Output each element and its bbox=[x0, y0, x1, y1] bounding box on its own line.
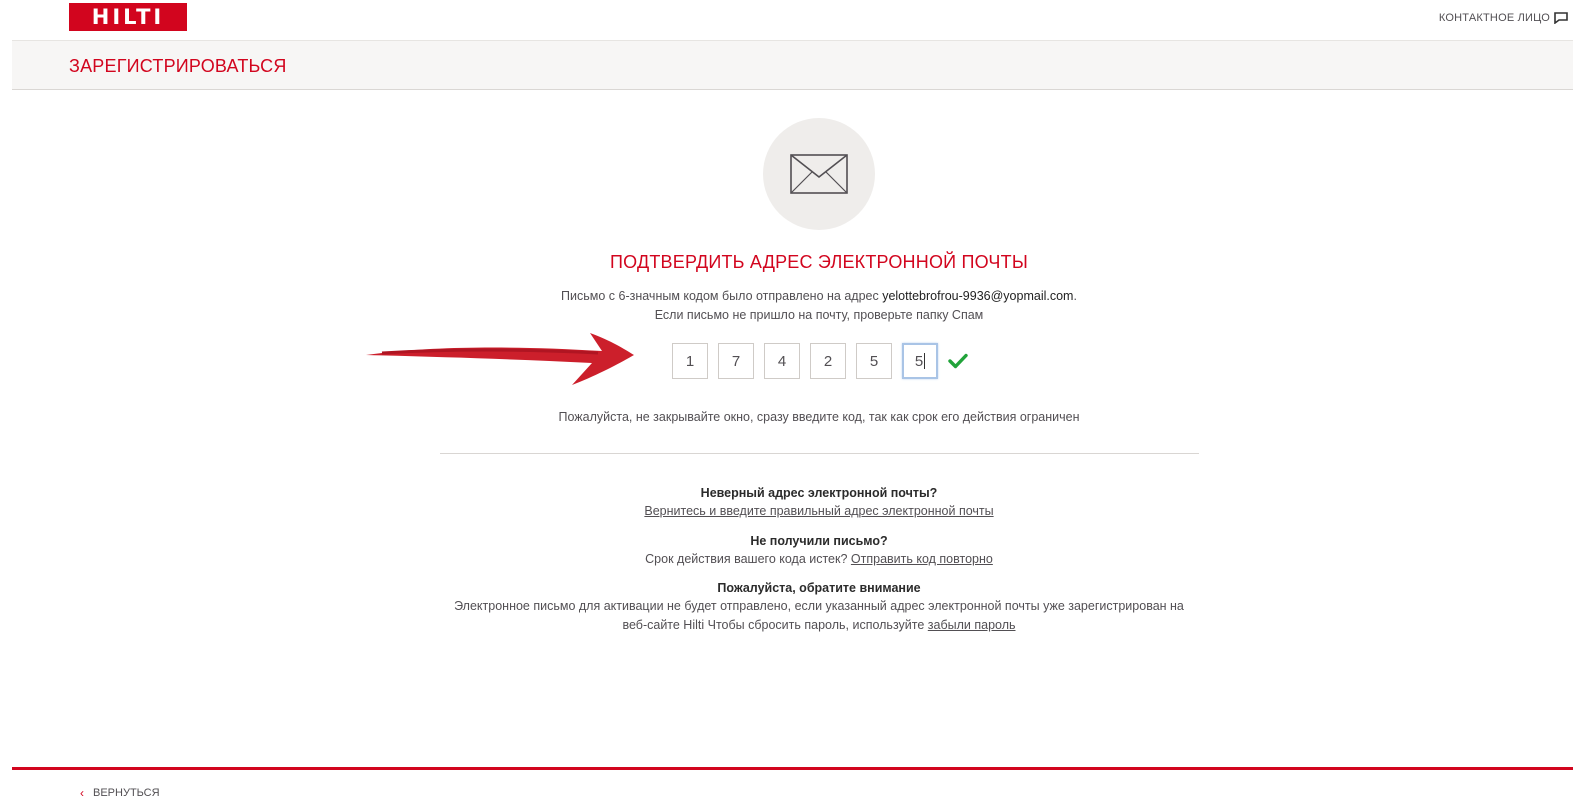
code-digit-4[interactable]: 2 bbox=[810, 343, 846, 379]
back-label: ВЕРНУТЬСЯ bbox=[93, 787, 160, 799]
contact-label: КОНТАКТНОЕ ЛИЦО bbox=[1438, 12, 1550, 24]
resend-code-link[interactable]: Отправить код повторно bbox=[851, 552, 993, 566]
top-bar: HILTI КОНТАКТНОЕ ЛИЦО bbox=[0, 0, 1573, 40]
logo-text: HILTI bbox=[91, 5, 165, 29]
code-expiry-warning: Пожалуйста, не закрывайте окно, сразу вв… bbox=[558, 410, 1080, 424]
code-sent-suffix: . bbox=[1073, 289, 1077, 303]
code-digit-value: 7 bbox=[731, 352, 741, 370]
chevron-left-icon: ‹ bbox=[80, 786, 84, 800]
wrong-email-row: Вернитесь и введите правильный адрес эле… bbox=[0, 502, 1573, 521]
chat-icon bbox=[1554, 12, 1568, 24]
code-digit-6[interactable]: 5 bbox=[902, 343, 938, 379]
spam-hint: Если письмо не пришло на почту, проверьт… bbox=[654, 308, 984, 322]
page-title: ЗАРЕГИСТРИРОВАТЬСЯ bbox=[69, 56, 287, 76]
envelope-icon bbox=[790, 154, 848, 194]
envelope-icon-circle bbox=[763, 118, 875, 230]
checkmark-icon bbox=[948, 353, 968, 369]
code-sent-text: Письмо с 6-значным кодом было отправлено… bbox=[0, 289, 1573, 303]
wrong-email-title: Неверный адрес электронной почты? bbox=[700, 486, 938, 500]
register-header: ЗАРЕГИСТРИРОВАТЬСЯ bbox=[12, 40, 1573, 90]
section-divider bbox=[440, 453, 1199, 454]
footer-divider bbox=[12, 767, 1573, 770]
code-digit-value: 4 bbox=[777, 352, 787, 370]
code-digit-5[interactable]: 5 bbox=[856, 343, 892, 379]
code-digit-value: 5 bbox=[914, 352, 924, 370]
return-correct-email-link[interactable]: Вернитесь и введите правильный адрес эле… bbox=[644, 504, 993, 518]
verify-heading: ПОДТВЕРДИТЬ АДРЕС ЭЛЕКТРОННОЙ ПОЧТЫ bbox=[610, 252, 1028, 272]
no-email-title: Не получили письмо? bbox=[750, 534, 888, 548]
code-digit-value: 5 bbox=[869, 352, 879, 370]
code-digit-2[interactable]: 7 bbox=[718, 343, 754, 379]
code-sent-prefix: Письмо с 6-значным кодом было отправлено… bbox=[561, 289, 883, 303]
no-email-row: Срок действия вашего кода истек? Отправи… bbox=[0, 550, 1573, 569]
text-caret bbox=[924, 353, 926, 369]
code-expired-text: Срок действия вашего кода истек? bbox=[645, 552, 851, 566]
notice-line-2-text: веб-сайте Hilti Чтобы сбросить пароль, и… bbox=[622, 618, 928, 632]
notice-line-1: Электронное письмо для активации не буде… bbox=[454, 599, 1184, 613]
hilti-logo[interactable]: HILTI bbox=[69, 3, 187, 31]
notice-title: Пожалуйста, обратите внимание bbox=[717, 581, 921, 595]
email-address: yelottebrofrou-9936@yopmail.com bbox=[882, 289, 1074, 303]
code-digit-3[interactable]: 4 bbox=[764, 343, 800, 379]
back-button[interactable]: ‹ ВЕРНУТЬСЯ bbox=[80, 786, 160, 800]
code-digit-value: 2 bbox=[823, 352, 833, 370]
code-digit-1[interactable]: 1 bbox=[672, 343, 708, 379]
code-input-row: 1 7 4 2 5 5 bbox=[672, 342, 968, 380]
forgot-password-link[interactable]: забыли пароль bbox=[928, 618, 1016, 632]
contact-link[interactable]: КОНТАКТНОЕ ЛИЦО bbox=[1439, 12, 1568, 24]
code-digit-value: 1 bbox=[685, 352, 695, 370]
notice-line-2: веб-сайте Hilti Чтобы сбросить пароль, и… bbox=[0, 616, 1573, 635]
annotation-arrow bbox=[366, 333, 634, 385]
